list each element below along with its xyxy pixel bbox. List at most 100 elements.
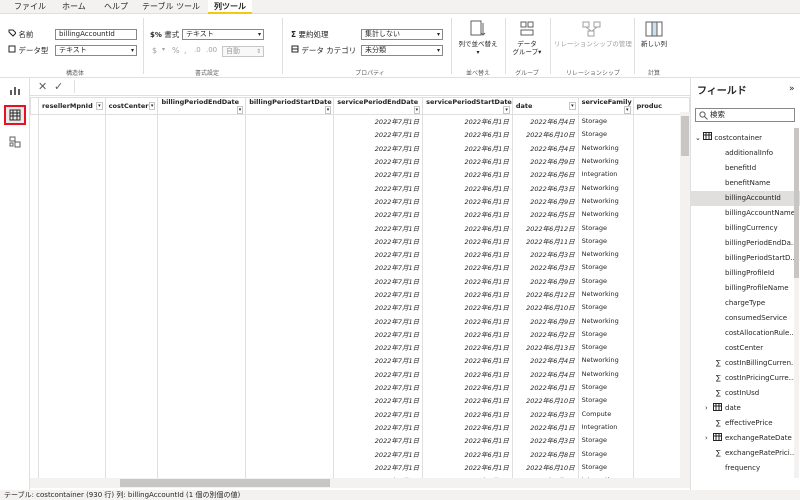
table-cell-empty[interactable] xyxy=(38,420,106,434)
table-cell[interactable]: 2022年6月4日 xyxy=(512,141,579,155)
table-cell[interactable]: 2022年6月1日 xyxy=(422,313,513,328)
field-item[interactable]: costCenter xyxy=(691,341,800,356)
row-selector[interactable] xyxy=(30,340,39,354)
datatype-select[interactable]: テキスト ▾ xyxy=(55,45,137,56)
table-cell[interactable]: 2022年7月1日 xyxy=(333,274,424,288)
table-cell[interactable]: 2022年6月1日 xyxy=(422,180,513,195)
column-header[interactable]: date ▾ xyxy=(511,97,579,115)
table-cell[interactable]: 2022年7月1日 xyxy=(333,393,424,408)
table-cell-empty[interactable] xyxy=(38,180,106,195)
table-cell[interactable]: Storage xyxy=(578,234,634,248)
horizontal-scrollbar[interactable] xyxy=(30,478,690,488)
table-cell[interactable]: 2022年6月1日 xyxy=(422,194,513,208)
table-cell[interactable]: 2022年7月1日 xyxy=(333,220,424,235)
table-cell-empty[interactable] xyxy=(38,127,106,142)
decimal-decrease-icon[interactable]: .0 xyxy=(194,46,201,54)
field-item[interactable]: additionalInfo xyxy=(691,146,800,161)
row-selector[interactable] xyxy=(30,433,39,447)
table-cell-empty[interactable] xyxy=(245,234,335,248)
tab-table-tools[interactable]: テーブル ツール xyxy=(142,0,200,14)
table-cell-empty[interactable] xyxy=(105,313,159,328)
name-field[interactable]: billingAccountId xyxy=(55,29,137,40)
table-cell-empty[interactable] xyxy=(245,446,335,461)
collapse-pane-icon[interactable]: » xyxy=(789,84,795,94)
table-cell[interactable]: 2022年6月10日 xyxy=(512,300,579,314)
table-cell[interactable]: 2022年6月1日 xyxy=(422,287,513,301)
table-cell-empty[interactable] xyxy=(105,274,159,288)
table-row[interactable]: 2022年7月1日 2022年6月1日 2022年6月10日 Storage xyxy=(30,460,690,474)
table-cell-empty[interactable] xyxy=(105,407,159,421)
table-cell-empty[interactable] xyxy=(105,167,159,181)
row-selector[interactable] xyxy=(30,367,39,381)
table-cell-empty[interactable] xyxy=(38,340,106,354)
table-row[interactable]: 2022年7月1日 2022年6月1日 2022年6月3日 Compute xyxy=(30,407,690,421)
table-cell-empty[interactable] xyxy=(245,180,335,195)
row-selector[interactable] xyxy=(30,300,39,314)
row-selector[interactable] xyxy=(30,313,39,328)
field-item[interactable]: ∑ costInUsd xyxy=(691,386,800,401)
table-cell[interactable]: 2022年6月1日 xyxy=(422,274,513,288)
table-cell-empty[interactable] xyxy=(38,207,106,221)
table-cell-empty[interactable] xyxy=(38,393,106,408)
row-selector[interactable] xyxy=(30,127,39,142)
report-view-button[interactable] xyxy=(4,80,26,100)
table-cell[interactable]: 2022年6月1日 xyxy=(422,460,513,474)
table-cell[interactable]: Storage xyxy=(578,340,634,354)
table-cell[interactable]: 2022年6月4日 xyxy=(512,114,579,128)
table-cell[interactable]: 2022年6月9日 xyxy=(512,194,579,208)
field-item[interactable]: billingProfileId xyxy=(691,266,800,281)
table-cell[interactable]: 2022年6月1日 xyxy=(422,446,513,461)
table-cell[interactable]: Networking xyxy=(578,313,634,328)
commit-icon[interactable]: ✓ xyxy=(54,80,63,93)
table-cell[interactable]: 2022年7月1日 xyxy=(333,407,424,421)
row-selector[interactable] xyxy=(30,141,39,155)
table-cell-empty[interactable] xyxy=(157,220,247,235)
table-cell-empty[interactable] xyxy=(157,154,247,168)
table-cell[interactable]: 2022年6月1日 xyxy=(422,300,513,314)
cancel-icon[interactable]: ✕ xyxy=(38,80,47,93)
row-selector[interactable] xyxy=(30,234,39,248)
table-cell-empty[interactable] xyxy=(105,380,159,394)
table-cell-empty[interactable] xyxy=(245,127,335,142)
table-cell[interactable]: 2022年6月11日 xyxy=(512,234,579,248)
table-cell[interactable]: 2022年7月1日 xyxy=(333,353,424,368)
tab-help[interactable]: ヘルプ xyxy=(104,0,128,14)
table-cell-empty[interactable] xyxy=(245,167,335,181)
table-cell[interactable]: Storage xyxy=(578,274,634,288)
table-cell[interactable]: 2022年7月1日 xyxy=(333,141,424,155)
table-cell-empty[interactable] xyxy=(245,194,335,208)
table-cell-empty[interactable] xyxy=(245,220,335,235)
model-view-button[interactable] xyxy=(4,132,26,152)
table-cell-empty[interactable] xyxy=(245,407,335,421)
table-cell-empty[interactable] xyxy=(105,260,159,275)
table-row[interactable]: 2022年7月1日 2022年6月1日 2022年6月4日 Networking xyxy=(30,367,690,381)
table-cell-empty[interactable] xyxy=(105,194,159,208)
table-cell[interactable]: 2022年7月1日 xyxy=(333,446,424,461)
table-row[interactable]: 2022年7月1日 2022年6月1日 2022年6月1日 Integration xyxy=(30,420,690,434)
field-item[interactable]: › date xyxy=(691,401,800,416)
table-cell[interactable]: Networking xyxy=(578,287,634,301)
table-cell[interactable]: Networking xyxy=(578,194,634,208)
table-cell-empty[interactable] xyxy=(38,274,106,288)
percent-button[interactable]: % xyxy=(172,46,180,55)
table-cell[interactable]: Storage xyxy=(578,260,634,275)
table-row[interactable]: 2022年7月1日 2022年6月1日 2022年6月9日 Networking xyxy=(30,154,690,168)
table-cell[interactable]: 2022年6月2日 xyxy=(512,327,579,341)
table-row[interactable]: 2022年7月1日 2022年6月1日 2022年6月3日 Networking xyxy=(30,180,690,195)
chevron-right-icon[interactable]: › xyxy=(705,401,708,416)
table-cell-empty[interactable] xyxy=(245,141,335,155)
table-cell-empty[interactable] xyxy=(157,380,247,394)
table-cell-empty[interactable] xyxy=(245,340,335,354)
column-header[interactable]: serviceFamily ▾ xyxy=(577,97,634,115)
table-cell-empty[interactable] xyxy=(38,234,106,248)
table-cell[interactable]: 2022年7月1日 xyxy=(333,300,424,314)
table-cell[interactable]: 2022年6月10日 xyxy=(512,127,579,142)
row-selector[interactable] xyxy=(30,114,39,128)
table-cell-empty[interactable] xyxy=(245,393,335,408)
table-cell-empty[interactable] xyxy=(38,460,106,474)
table-cell[interactable]: 2022年6月1日 xyxy=(422,141,513,155)
table-cell[interactable]: 2022年6月1日 xyxy=(422,420,513,434)
currency-button[interactable]: $ xyxy=(152,46,157,55)
new-column-button[interactable]: 新しい列 xyxy=(638,20,670,48)
table-cell-empty[interactable] xyxy=(105,367,159,381)
